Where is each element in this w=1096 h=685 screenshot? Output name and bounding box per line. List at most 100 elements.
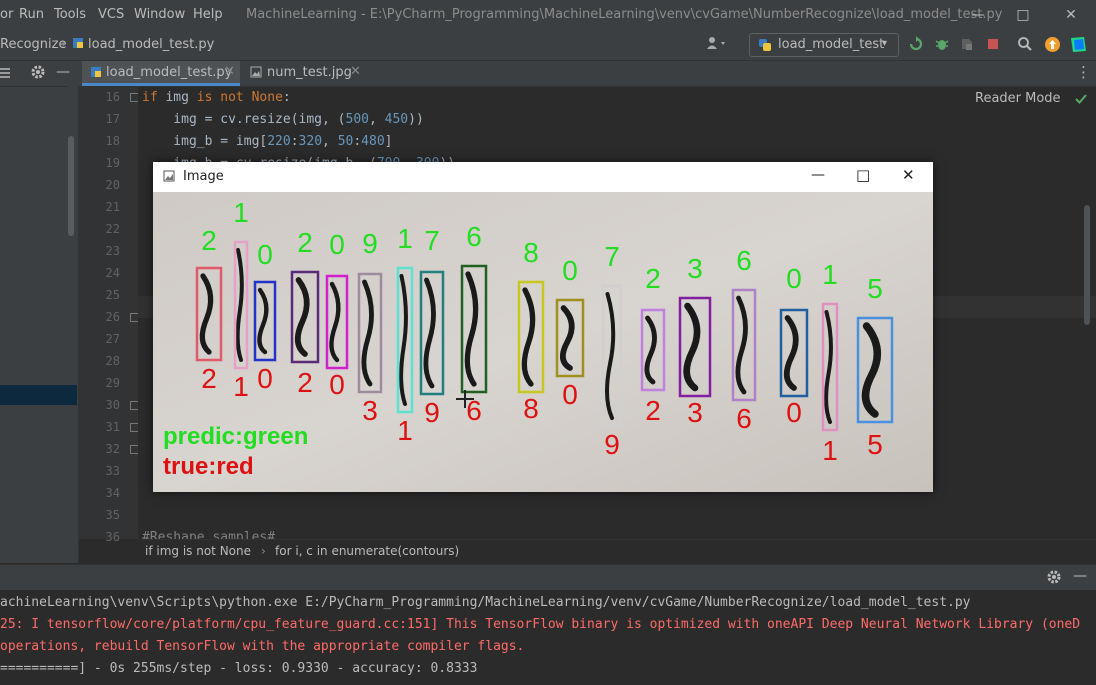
line-number: 30 — [105, 398, 120, 412]
collapse-all-icon[interactable] — [0, 65, 14, 85]
opencv-image-window[interactable]: Image — □ ✕ 2211002200931179668800792233… — [153, 162, 933, 492]
minimize-icon[interactable]: — — [811, 167, 825, 183]
tab-num-test[interactable]: num_test.jpg ✕ — [244, 61, 364, 86]
gear-icon[interactable] — [30, 64, 46, 84]
true-label: 9 — [424, 397, 440, 428]
rerun-icon[interactable] — [908, 36, 924, 56]
true-label: 0 — [562, 379, 578, 410]
true-label: 0 — [257, 363, 273, 394]
predicted-label: 2 — [297, 227, 313, 258]
breadcrumb-separator-icon: › — [261, 544, 266, 558]
breadcrumb-separator-icon: › — [61, 37, 67, 52]
line-number: 25 — [105, 288, 120, 302]
breadcrumb-file[interactable]: load_model_test.py — [88, 37, 214, 52]
true-label: 3 — [362, 395, 378, 426]
window-title: MachineLearning - E:\PyCharm_Programming… — [246, 7, 1003, 22]
close-tab-icon[interactable]: ✕ — [350, 64, 361, 79]
breadcrumb-if-block[interactable]: if img is not None — [145, 544, 251, 558]
tab-load-model-test[interactable]: load_model_test.py ✕ — [82, 61, 240, 86]
line-number: 35 — [105, 508, 120, 522]
chevron-down-icon: ▾ — [882, 38, 888, 49]
menu-tools[interactable]: Tools — [54, 7, 86, 22]
predicted-label: 2 — [645, 263, 661, 294]
menu-help[interactable]: Help — [193, 7, 223, 22]
console-line: operations, rebuild TensorFlow with the … — [0, 639, 525, 654]
editor-breadcrumb: if img is not None › for i, c in enumera… — [138, 539, 1096, 564]
line-number: 21 — [105, 200, 120, 214]
maximize-icon[interactable]: □ — [1000, 0, 1046, 30]
predicted-label: 6 — [466, 221, 482, 252]
project-scrollbar[interactable] — [68, 136, 74, 236]
debug-icon[interactable] — [934, 36, 950, 56]
more-tabs-icon[interactable]: ⋮ — [1076, 63, 1091, 81]
menu-refactor[interactable]: or — [0, 7, 13, 22]
menu-window[interactable]: Window — [134, 7, 185, 22]
close-icon[interactable]: ✕ — [1048, 0, 1094, 30]
tab-label: load_model_test.py — [106, 65, 233, 80]
true-label: 6 — [736, 403, 752, 434]
code-line: if img is not None: — [142, 90, 291, 105]
python-config-icon — [758, 38, 772, 56]
hide-panel-icon[interactable]: — — [56, 64, 70, 80]
predicted-label: 7 — [604, 241, 620, 272]
true-label: 1 — [822, 435, 838, 466]
gear-icon[interactable] — [1046, 569, 1062, 589]
run-configuration-label: load_model_test — [778, 37, 885, 52]
predicted-label: 1 — [233, 197, 249, 228]
user-icon[interactable] — [706, 35, 728, 55]
run-panel-header: — — [0, 564, 1096, 591]
digit-recognition-image: 221100220093117966880079223366001155 pre… — [153, 192, 933, 492]
close-tab-icon[interactable]: ✕ — [224, 64, 235, 79]
menu-bar: or Run Tools VCS Window Help MachineLear… — [0, 0, 1096, 30]
update-icon[interactable] — [1044, 36, 1061, 57]
python-file-icon — [72, 37, 84, 53]
image-window-title: Image — [183, 169, 224, 184]
hide-panel-icon[interactable]: — — [1073, 568, 1087, 584]
run-configuration-dropdown[interactable]: load_model_test ▾ — [749, 33, 899, 57]
image-window-titlebar[interactable]: Image — □ ✕ — [153, 162, 933, 192]
minimize-icon[interactable]: — — [955, 0, 1001, 30]
maximize-icon[interactable]: □ — [856, 166, 870, 184]
legend-predicted: predic:green — [163, 423, 308, 450]
image-canvas[interactable]: 221100220093117966880079223366001155 pre… — [153, 192, 933, 492]
line-number: 20 — [105, 178, 120, 192]
line-number: 28 — [105, 354, 120, 368]
close-icon[interactable]: ✕ — [902, 166, 915, 184]
line-number: 16 — [105, 90, 120, 104]
navigation-bar: Recognize › load_model_test.py load_mode… — [0, 30, 1096, 61]
predicted-label: 6 — [736, 245, 752, 276]
line-number: 18 — [105, 134, 120, 148]
project-panel: — — [0, 61, 79, 563]
line-number: 24 — [105, 266, 120, 280]
reader-mode-button[interactable]: Reader Mode — [975, 91, 1061, 106]
line-number: 26 — [105, 310, 120, 324]
coverage-icon[interactable] — [959, 36, 975, 56]
search-icon[interactable] — [1017, 36, 1033, 56]
true-label: 8 — [523, 393, 539, 424]
line-number: 22 — [105, 222, 120, 236]
panel-divider — [0, 86, 68, 87]
console-line: achineLearning\venv\Scripts\python.exe E… — [0, 595, 971, 610]
toolbox-icon[interactable] — [1070, 36, 1087, 57]
stop-icon[interactable] — [986, 37, 1000, 55]
legend-true: true:red — [163, 453, 254, 480]
predicted-label: 9 — [362, 228, 378, 259]
predicted-label: 0 — [329, 229, 345, 260]
true-label: 9 — [604, 429, 620, 460]
breadcrumb-for-block[interactable]: for i, c in enumerate(contours) — [275, 544, 459, 558]
menu-vcs[interactable]: VCS — [98, 7, 124, 22]
console-line: ==========] - 0s 255ms/step - loss: 0.93… — [0, 661, 478, 676]
run-console[interactable]: achineLearning\venv\Scripts\python.exe E… — [0, 590, 1096, 685]
predicted-label: 0 — [786, 263, 802, 294]
predicted-label: 7 — [424, 225, 440, 256]
line-number: 33 — [105, 464, 120, 478]
predicted-label: 0 — [257, 239, 273, 270]
true-label: 5 — [867, 429, 883, 460]
editor-tab-bar: load_model_test.py ✕ num_test.jpg ✕ ⋮ — [78, 61, 1096, 87]
menu-run[interactable]: Run — [19, 7, 44, 22]
tab-label: num_test.jpg — [267, 65, 352, 80]
selected-tree-row[interactable] — [0, 385, 77, 405]
breadcrumb-project[interactable]: Recognize — [0, 37, 66, 52]
editor-scrollbar[interactable] — [1084, 205, 1090, 325]
line-number: 36 — [105, 530, 120, 544]
